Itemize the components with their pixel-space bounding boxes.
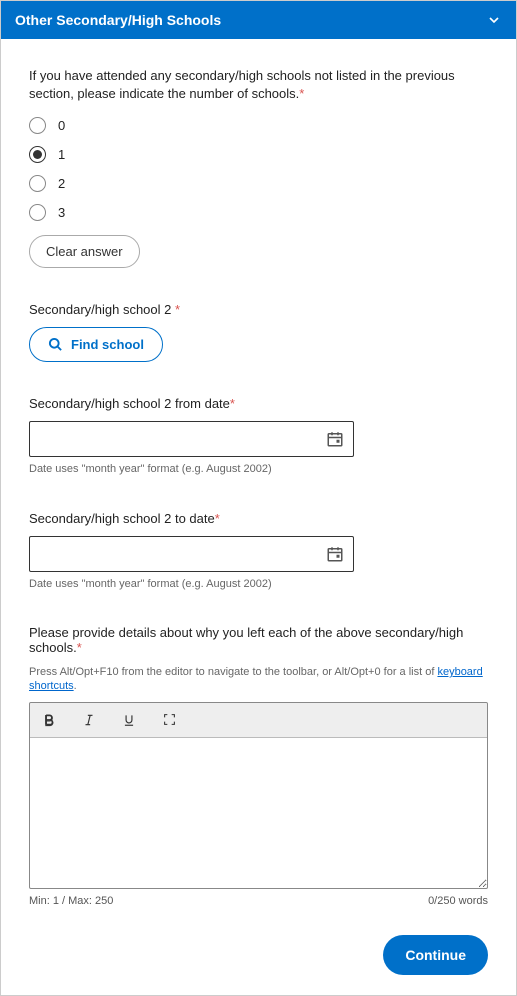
bold-button[interactable]: [38, 709, 60, 731]
clear-answer-button[interactable]: Clear answer: [29, 235, 140, 268]
school2-label: Secondary/high school 2 *: [29, 302, 488, 317]
calendar-icon[interactable]: [326, 430, 344, 448]
from-date-input[interactable]: [29, 421, 354, 457]
intro-question: If you have attended any secondary/high …: [29, 67, 488, 103]
editor-textarea[interactable]: [30, 738, 487, 888]
radio-option-1[interactable]: 1: [29, 146, 488, 163]
chevron-down-icon: [486, 12, 502, 28]
editor-toolbar: [30, 703, 487, 738]
italic-button[interactable]: [78, 709, 100, 731]
rich-text-editor: [29, 702, 488, 889]
to-date-label: Secondary/high school 2 to date*: [29, 511, 488, 526]
underline-button[interactable]: [118, 709, 140, 731]
details-label: Please provide details about why you lef…: [29, 625, 488, 655]
panel-header[interactable]: Other Secondary/High Schools: [1, 1, 516, 39]
from-date-label: Secondary/high school 2 from date*: [29, 396, 488, 411]
from-date-helper: Date uses "month year" format (e.g. Augu…: [29, 462, 488, 476]
radio-option-0[interactable]: 0: [29, 117, 488, 134]
continue-button[interactable]: Continue: [383, 935, 488, 975]
fullscreen-button[interactable]: [158, 709, 180, 731]
find-school-button[interactable]: Find school: [29, 327, 163, 362]
search-icon: [48, 337, 63, 352]
radio-option-3[interactable]: 3: [29, 204, 488, 221]
calendar-icon[interactable]: [326, 545, 344, 563]
word-count: 0/250 words: [428, 895, 488, 907]
to-date-input[interactable]: [29, 536, 354, 572]
panel-body: If you have attended any secondary/high …: [1, 39, 516, 995]
school-count-radio-group: 0 1 2 3: [29, 117, 488, 221]
panel-title: Other Secondary/High Schools: [15, 12, 221, 28]
min-max-label: Min: 1 / Max: 250: [29, 895, 113, 907]
to-date-helper: Date uses "month year" format (e.g. Augu…: [29, 577, 488, 591]
required-asterisk: *: [299, 86, 304, 101]
details-helper: Press Alt/Opt+F10 from the editor to nav…: [29, 665, 488, 694]
radio-option-2[interactable]: 2: [29, 175, 488, 192]
editor-footer: Min: 1 / Max: 250 0/250 words: [29, 895, 488, 907]
form-panel: Other Secondary/High Schools If you have…: [0, 0, 517, 996]
